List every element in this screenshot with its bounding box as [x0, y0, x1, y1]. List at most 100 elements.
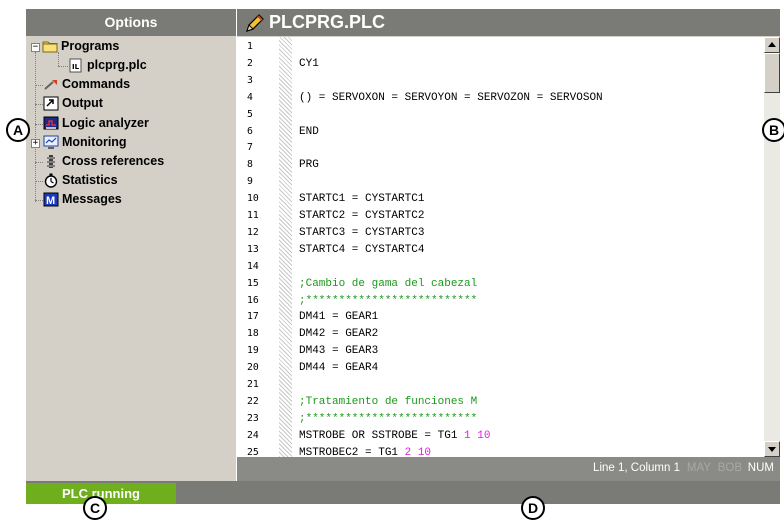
editor-title-bar: PLCPRG.PLC	[237, 9, 780, 36]
overwrite-indicator: BOB	[717, 462, 742, 474]
options-panel: Options − + Programs IL plcprg.plc Comma…	[26, 9, 236, 481]
line-number: 11	[247, 210, 259, 221]
code-line: ;**************************	[299, 411, 477, 428]
monitoring-expand-toggle[interactable]: +	[31, 139, 40, 148]
code-text: DM43 = GEAR3	[299, 345, 379, 358]
code-text: CY1	[299, 57, 319, 70]
tree-item-output[interactable]: Output	[43, 94, 103, 113]
line-number: 15	[247, 277, 259, 289]
code-line: DM42 = GEAR2	[299, 326, 378, 343]
tree-item-programs[interactable]: Programs	[42, 37, 119, 56]
code-text: MSTROBEC2 = TG1	[299, 446, 405, 457]
line-number: 21	[247, 379, 259, 390]
tree-item-logic-analyzer[interactable]: Logic analyzer	[43, 114, 149, 133]
code-text: STARTC1 = CYSTARTC1	[299, 193, 425, 206]
num-lock-indicator: NUM	[747, 462, 774, 474]
arrow-up-icon	[768, 42, 776, 47]
tree-item-cross-references[interactable]: Cross references	[43, 152, 164, 171]
code-text: ;**************************	[299, 294, 478, 307]
main-status-bar: PLC running	[26, 481, 780, 504]
code-text: MSTROBE OR SSTROBE = TG1	[299, 429, 465, 442]
svg-text:IL: IL	[72, 63, 80, 71]
scroll-down-button[interactable]	[764, 441, 780, 457]
tree-connector	[35, 104, 43, 105]
messages-icon: M	[43, 192, 59, 207]
tree-connector	[35, 181, 43, 182]
monitoring-icon	[43, 135, 59, 150]
tree-item-monitoring[interactable]: Monitoring	[43, 133, 127, 152]
code-line: ;**************************	[299, 293, 477, 310]
code-text: DM44 = GEAR4	[299, 362, 379, 375]
line-number: 9	[247, 176, 253, 188]
tree-item-plcprg[interactable]: IL plcprg.plc	[68, 56, 147, 75]
line-number: 14	[247, 260, 259, 272]
tree-connector	[35, 52, 36, 202]
code-text: DM42 = GEAR2	[299, 328, 379, 341]
line-number: 16	[247, 294, 259, 306]
line-number: 13	[247, 243, 259, 255]
line-number: 2	[247, 57, 253, 69]
line-number: 7	[247, 142, 253, 154]
line-number: 24	[247, 429, 259, 441]
code-line: DM43 = GEAR3	[299, 343, 378, 360]
line-number: 8	[247, 159, 253, 171]
caps-indicator: MAY	[686, 462, 711, 474]
line-number: 25	[247, 446, 259, 457]
code-line: CY1	[299, 56, 319, 73]
code-numeric-args: 1 10	[464, 429, 491, 442]
tree-connector	[35, 200, 43, 201]
code-text: PRG	[299, 159, 319, 172]
pencil-icon	[244, 12, 266, 34]
line-number: 3	[247, 74, 253, 86]
svg-text:M: M	[46, 195, 55, 207]
tree-item-messages[interactable]: M Messages	[43, 190, 122, 209]
code-line: MSTROBEC2 = TG1 2 10	[299, 445, 431, 457]
callout-c: C	[83, 496, 107, 520]
code-editor[interactable]: 1 2 3 4 5 6 7 8 9 10 11 12 13 14 15 16 17 18 19 20 21 22 23 24 2…	[237, 37, 764, 457]
tree-connector	[58, 66, 68, 67]
code-numeric-args: 2 10	[404, 446, 432, 457]
code-line: MSTROBE OR SSTROBE = TG1 1 10	[299, 428, 490, 445]
line-number-gutter: 1 2 3 4 5 6 7 8 9 10 11 12 13 14 15 16 17 18 19 20 21 22 23 24 2…	[237, 37, 279, 457]
scroll-up-button[interactable]	[764, 37, 780, 53]
line-number: 23	[247, 412, 259, 424]
code-text: STARTC2 = CYSTARTC2	[299, 210, 425, 222]
arrow-down-icon	[768, 447, 776, 452]
callout-b: B	[762, 118, 784, 142]
code-line: () = SERVOXON = SERVOYON = SERVOZON = SE…	[299, 90, 603, 107]
code-line: STARTC2 = CYSTARTC2	[299, 208, 424, 225]
cursor-position: Line 1, Column 1	[593, 462, 680, 474]
plc-ide-window: Options − + Programs IL plcprg.plc Comma…	[0, 0, 784, 520]
tree-item-commands[interactable]: Commands	[43, 75, 130, 94]
folder-icon	[42, 39, 58, 54]
plc-file-icon: IL	[68, 58, 84, 73]
options-panel-title: Options	[26, 9, 236, 36]
code-text: STARTC3 = CYSTARTC3	[299, 226, 425, 239]
commands-icon	[43, 77, 59, 92]
line-number: 10	[247, 193, 259, 205]
line-number: 4	[247, 91, 253, 103]
tree-item-statistics[interactable]: Statistics	[43, 171, 118, 190]
line-number: 6	[247, 125, 253, 137]
vertical-scrollbar[interactable]	[764, 37, 780, 457]
line-number: 5	[247, 108, 253, 120]
program-editor-panel: PLCPRG.PLC 1 2 3 4 5 6 7 8 9 10 11 12 13 14 15 16 17 18 19…	[237, 9, 780, 481]
line-number: 12	[247, 226, 259, 238]
code-text: ;**************************	[299, 412, 478, 425]
options-tree: − + Programs IL plcprg.plc Commands Outp…	[26, 37, 236, 457]
scrollbar-thumb[interactable]	[764, 53, 780, 93]
line-number: 17	[247, 311, 259, 323]
editor-status-bar: Line 1, Column 1 MAY BOB NUM	[237, 457, 780, 481]
tree-connector	[35, 162, 43, 163]
code-line: STARTC1 = CYSTARTC1	[299, 191, 424, 208]
programs-collapse-toggle[interactable]: −	[31, 43, 40, 52]
code-text: END	[299, 125, 319, 138]
code-line: STARTC3 = CYSTARTC3	[299, 225, 424, 242]
code-text: STARTC4 = CYSTARTC4	[299, 243, 425, 256]
code-text: DM41 = GEAR1	[299, 311, 379, 324]
code-line: DM41 = GEAR1	[299, 309, 378, 326]
line-number: 19	[247, 345, 259, 357]
tree-connector	[35, 85, 43, 86]
line-number: 20	[247, 362, 259, 374]
code-line: ;Tratamiento de funciones M	[299, 394, 477, 411]
